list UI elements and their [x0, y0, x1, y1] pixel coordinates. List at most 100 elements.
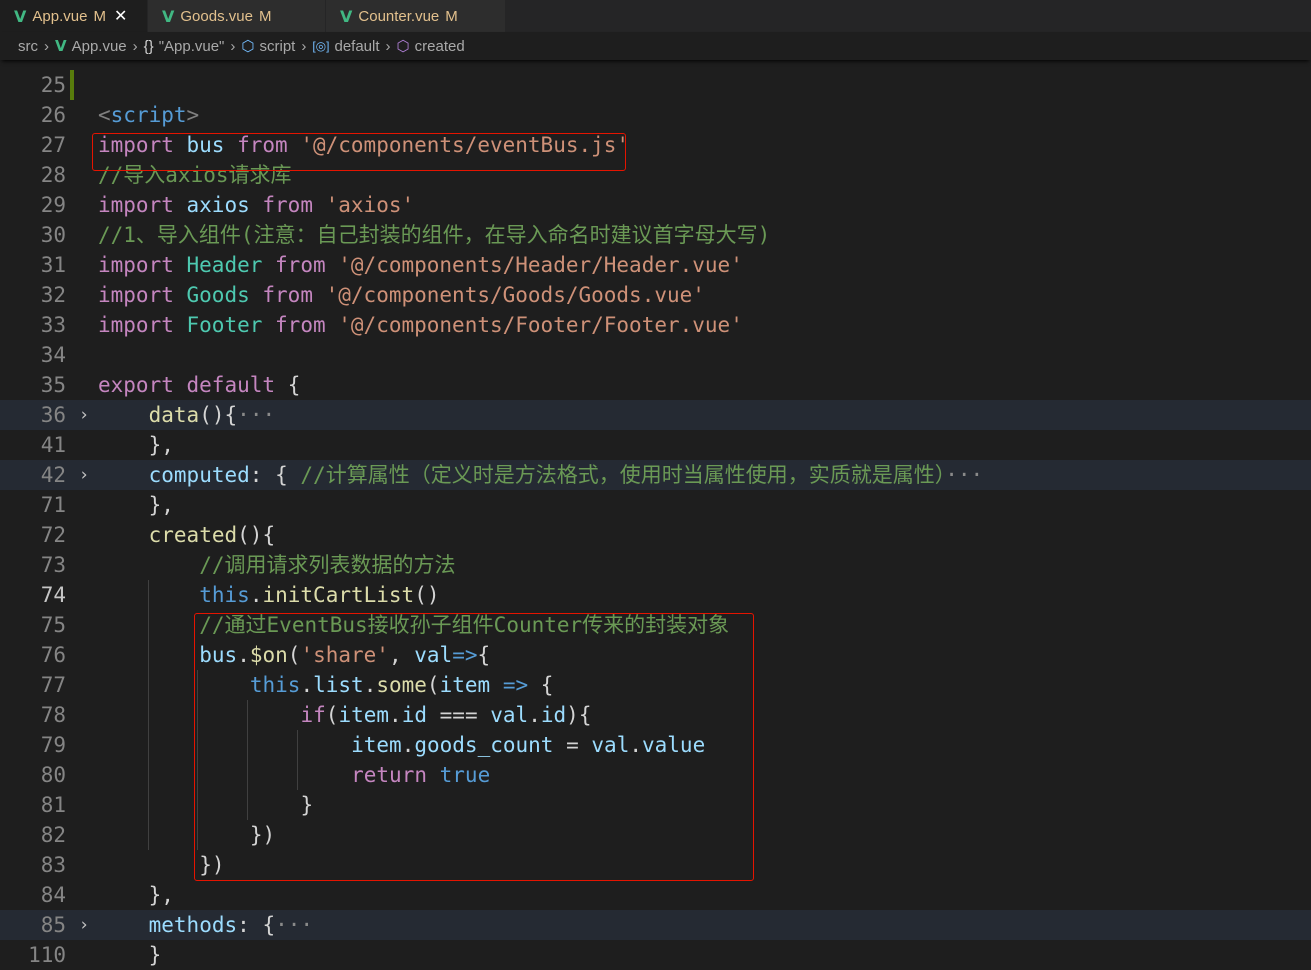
- close-icon[interactable]: ✕: [114, 6, 127, 26]
- line-number: 30: [40, 223, 66, 247]
- line-number: 75: [40, 613, 66, 637]
- breadcrumb-object[interactable]: "App.vue": [159, 38, 225, 55]
- code-text: import Footer from '@/components/Footer/…: [98, 313, 743, 337]
- tab-counter-vue[interactable]: V Counter.vue M: [326, 0, 506, 32]
- fold-chevron-icon[interactable]: ›: [76, 460, 92, 490]
- line-number: 36: [40, 403, 66, 427]
- fold-chevron-icon[interactable]: ›: [76, 400, 92, 430]
- breadcrumb-script[interactable]: script: [260, 38, 296, 55]
- code-line[interactable]: 85 › methods: {···: [0, 910, 1311, 940]
- line-number: 76: [40, 643, 66, 667]
- variable-icon: [◎]: [312, 39, 330, 53]
- indent-guide: [148, 580, 149, 850]
- chevron-right-icon: ›: [132, 37, 138, 55]
- code-text: import Header from '@/components/Header/…: [98, 253, 743, 277]
- code-line[interactable]: 71 },: [0, 490, 1311, 520]
- code-text: //导入axios请求库: [98, 163, 292, 187]
- git-modified-gutter-bar: [70, 70, 74, 100]
- code-line[interactable]: 41 },: [0, 430, 1311, 460]
- code-text: if(item.id === val.id){: [300, 703, 592, 727]
- line-number: 26: [40, 103, 66, 127]
- code-text: //通过EventBus接收孙子组件Counter传来的封装对象: [199, 613, 730, 637]
- line-number: 79: [40, 733, 66, 757]
- code-line[interactable]: 72 created(){: [0, 520, 1311, 550]
- line-number: 41: [40, 433, 66, 457]
- code-text: }): [199, 853, 225, 877]
- code-editor[interactable]: 25 26 <script> 27 import bus from '@/compone…: [0, 60, 1311, 967]
- line-number: 42: [40, 463, 66, 487]
- line-number: 110: [28, 943, 66, 967]
- code-text: bus.$on('share', val=>{: [199, 643, 491, 667]
- code-text: import Goods from '@/components/Goods/Go…: [98, 283, 705, 307]
- code-line[interactable]: 29 import axios from 'axios': [0, 190, 1311, 220]
- line-number: 25: [40, 73, 66, 97]
- vue-file-icon: V: [162, 6, 175, 26]
- git-modified-badge: M: [258, 7, 272, 25]
- git-modified-badge: M: [445, 7, 458, 25]
- tab-label: Counter.vue: [358, 7, 440, 25]
- breadcrumb-src[interactable]: src: [18, 38, 38, 55]
- line-number: 78: [40, 703, 66, 727]
- code-line[interactable]: 76 bus.$on('share', val=>{: [0, 640, 1311, 670]
- code-text: //1、导入组件(注意：自己封装的组件，在导入命名时建议首字母大写): [98, 223, 771, 247]
- line-number: 74: [40, 583, 66, 607]
- code-line[interactable]: 31 import Header from '@/components/Heade…: [0, 250, 1311, 280]
- code-line[interactable]: 35 export default {: [0, 370, 1311, 400]
- line-number: 33: [40, 313, 66, 337]
- line-number: 82: [40, 823, 66, 847]
- line-number: 28: [40, 163, 66, 187]
- code-line[interactable]: 110 }: [0, 940, 1311, 970]
- code-text: data(){···: [148, 403, 276, 427]
- line-number: 73: [40, 553, 66, 577]
- code-line[interactable]: 83 }): [0, 850, 1311, 880]
- code-line[interactable]: 36 › data(){···: [0, 400, 1311, 430]
- breadcrumb-created[interactable]: created: [415, 38, 465, 55]
- code-line[interactable]: 26 <script>: [0, 100, 1311, 130]
- code-text: item.goods_count = val.value: [351, 733, 706, 757]
- code-text: this.initCartList(): [199, 583, 440, 607]
- editor-tab-bar: V App.vue M ✕ V Goods.vue M V Counter.vu…: [0, 0, 1311, 32]
- chevron-right-icon: ›: [385, 37, 391, 55]
- code-line[interactable]: 84 },: [0, 880, 1311, 910]
- object-braces-icon: {}: [143, 37, 154, 55]
- vue-file-icon: V: [14, 6, 27, 26]
- code-line[interactable]: 75 //通过EventBus接收孙子组件Counter传来的封装对象: [0, 610, 1311, 640]
- code-line[interactable]: 30 //1、导入组件(注意：自己封装的组件，在导入命名时建议首字母大写): [0, 220, 1311, 250]
- code-line[interactable]: 28 //导入axios请求库: [0, 160, 1311, 190]
- method-cube-icon: ⬡: [396, 38, 410, 55]
- breadcrumb-file[interactable]: App.vue: [72, 38, 127, 55]
- tab-label: Goods.vue: [180, 7, 253, 25]
- code-line[interactable]: 25: [0, 70, 1311, 100]
- line-number: 32: [40, 283, 66, 307]
- line-number: 31: [40, 253, 66, 277]
- breadcrumb-default[interactable]: default: [334, 38, 379, 55]
- breadcrumb: src › V App.vue › {} "App.vue" › ⬡ scrip…: [0, 32, 1311, 60]
- code-line[interactable]: 27 import bus from '@/components/eventBus…: [0, 130, 1311, 160]
- code-line[interactable]: 32 import Goods from '@/components/Goods/…: [0, 280, 1311, 310]
- line-number: 85: [40, 913, 66, 937]
- line-number: 27: [40, 133, 66, 157]
- vue-file-icon: V: [340, 6, 353, 26]
- line-number: 81: [40, 793, 66, 817]
- vue-file-icon: V: [55, 37, 67, 55]
- code-line[interactable]: 42 › computed: { //计算属性（定义时是方法格式，使用时当属性使用…: [0, 460, 1311, 490]
- line-number: 29: [40, 193, 66, 217]
- fold-chevron-icon[interactable]: ›: [76, 910, 92, 940]
- code-line[interactable]: 73 //调用请求列表数据的方法: [0, 550, 1311, 580]
- code-line[interactable]: 74 this.initCartList(): [0, 580, 1311, 610]
- tab-goods-vue[interactable]: V Goods.vue M: [148, 0, 326, 32]
- line-number: 71: [40, 493, 66, 517]
- code-text: //调用请求列表数据的方法: [199, 553, 456, 577]
- code-text: },: [148, 433, 174, 457]
- indent-guide: [197, 670, 198, 850]
- code-line[interactable]: 33 import Footer from '@/components/Foote…: [0, 310, 1311, 340]
- code-text: },: [148, 883, 174, 907]
- code-text: this.list.some(item => {: [249, 673, 554, 697]
- code-line[interactable]: 34: [0, 340, 1311, 370]
- line-number: 34: [40, 343, 66, 367]
- line-number: 72: [40, 523, 66, 547]
- line-number: 77: [40, 673, 66, 697]
- code-text: <script>: [98, 103, 200, 127]
- tab-app-vue[interactable]: V App.vue M ✕: [0, 0, 148, 32]
- code-text: }): [249, 823, 276, 847]
